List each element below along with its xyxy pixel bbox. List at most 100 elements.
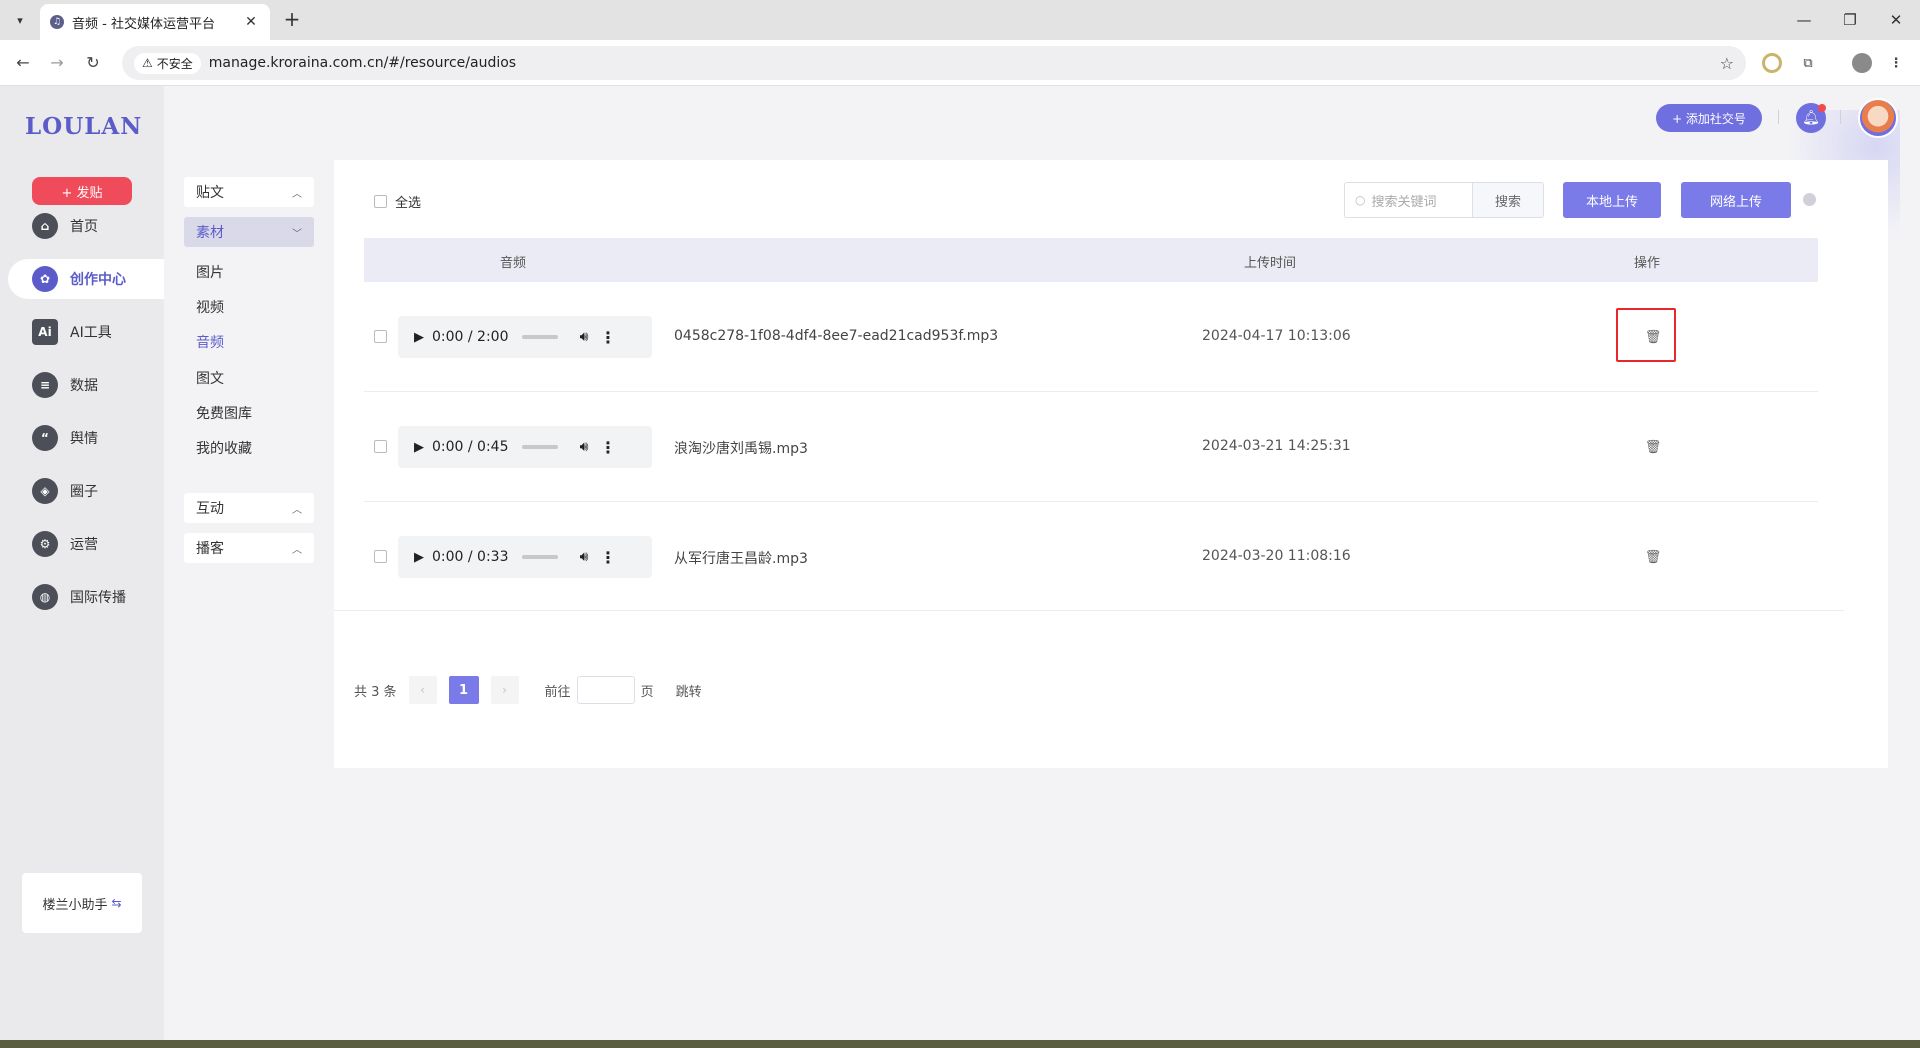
home-icon: ⌂ [32,213,58,239]
audio-filename: 从军行唐王昌龄.mp3 [674,551,808,567]
sidebar-item-data[interactable]: ≡ 数据 [8,365,164,405]
security-indicator[interactable]: ⚠ 不安全 [134,52,201,74]
more-options-icon[interactable]: ⋮ [596,328,620,347]
submenu-item-favorites[interactable]: 我的收藏 [196,438,252,458]
row-checkbox[interactable] [374,440,387,453]
play-icon[interactable]: ▶ [406,330,432,345]
sidebar-item-ai-tools[interactable]: Ai AI工具 [8,312,164,352]
chevron-down-icon: ﹀ [292,228,302,240]
sidebar-item-home[interactable]: ⌂ 首页 [8,206,164,246]
search-button[interactable]: 搜索 [1472,182,1544,218]
upload-time: 2024-03-20 11:08:16 [1202,548,1351,564]
chevron-up-icon: ︿ [292,544,302,556]
address-bar: ← → ↻ ⚠ 不安全 manage.kroraina.com.cn/#/res… [0,40,1920,86]
audio-filename: 浪淘沙唐刘禹锡.mp3 [674,441,808,457]
chevron-up-icon: ︿ [292,188,302,200]
extensions-puzzle-icon[interactable]: ⧉ [1798,53,1818,73]
local-upload-button[interactable]: 本地上传 [1563,182,1661,218]
forward-icon[interactable]: → [44,50,70,76]
jump-button[interactable]: 跳转 [676,681,702,700]
tab-search-chevron-icon[interactable]: ▾ [8,8,32,32]
reload-icon[interactable]: ↻ [80,50,106,76]
minimize-icon[interactable]: — [1784,8,1824,32]
page-jump-input[interactable] [576,676,635,704]
audio-player[interactable]: ▶ 0:00 / 0:45 🔊︎ ⋮ [398,426,652,468]
omnibox[interactable]: ⚠ 不安全 manage.kroraina.com.cn/#/resource/… [122,46,1746,80]
row-checkbox[interactable] [374,330,387,343]
table-bottom-divider [334,610,1844,611]
pagination: 共 3 条 ‹ 1 › 前往 页 跳转 [354,676,702,704]
play-icon[interactable]: ▶ [406,440,432,455]
submenu-item-images[interactable]: 图片 [196,262,224,282]
progress-slider[interactable] [522,445,558,449]
trash-icon[interactable]: 🗑︎ [1644,438,1662,456]
extension-circle-icon[interactable] [1762,53,1782,73]
more-options-icon[interactable]: ⋮ [596,438,620,457]
audio-player[interactable]: ▶ 0:00 / 0:33 🔊︎ ⋮ [398,536,652,578]
browser-menu-icon[interactable]: ⋮ [1886,53,1906,73]
chevron-up-icon: ︿ [292,504,302,516]
submenu-group-materials[interactable]: 素材 ﹀ [184,217,314,247]
submenu-item-image-text[interactable]: 图文 [196,368,224,388]
taskbar [0,1040,1920,1048]
select-all-checkbox[interactable] [374,195,387,208]
web-upload-button[interactable]: 网络上传 [1681,182,1791,218]
avatar[interactable] [1858,98,1898,138]
browser-tab[interactable]: ♫ 音频 - 社交媒体运营平台 ✕ [40,4,270,40]
upload-time: 2024-04-17 10:13:06 [1202,328,1351,344]
sidebar-item-circles[interactable]: ◈ 圈子 [8,471,164,511]
volume-icon[interactable]: 🔊︎ [572,439,596,455]
select-all[interactable]: 全选 [374,192,421,211]
back-icon[interactable]: ← [10,50,36,76]
search-input[interactable]: ○ 搜索关键词 [1344,182,1472,218]
submenu-item-audios[interactable]: 音频 [196,332,224,352]
sidebar-item-creation-center[interactable]: ✿ 创作中心 [8,259,164,299]
prev-page-button[interactable]: ‹ [408,676,437,704]
progress-slider[interactable] [522,335,558,339]
divider [1778,110,1779,124]
player-time: 0:00 / 0:33 [432,549,509,565]
volume-icon[interactable]: 🔊︎ [572,329,596,345]
audio-player[interactable]: ▶ 0:00 / 2:00 🔊︎ ⋮ [398,316,652,358]
new-tab-button[interactable]: + [280,8,304,32]
operations-icon: ⚙ [32,531,58,557]
tab-close-icon[interactable]: ✕ [242,14,260,30]
profile-icon[interactable] [1852,53,1872,73]
submenu-group-podcast[interactable]: 播客 ︿ [184,533,314,563]
trash-icon[interactable]: 🗑︎ [1644,548,1662,566]
submenu-group-interaction[interactable]: 互动 ︿ [184,493,314,523]
more-options-icon[interactable]: ⋮ [596,548,620,567]
table-header: 音频 上传时间 操作 [364,238,1818,282]
highlight-box [1616,308,1676,362]
table-row: ▶ 0:00 / 0:45 🔊︎ ⋮ 浪淘沙唐刘禹锡.mp3 2024-03-2… [364,392,1818,502]
post-button[interactable]: + 发贴 [32,177,132,205]
url-text[interactable]: manage.kroraina.com.cn/#/resource/audios [209,55,1720,71]
sidebar-item-operations[interactable]: ⚙ 运营 [8,524,164,564]
sidebar-item-public-opinion[interactable]: “ 舆情 [8,418,164,458]
submenu-item-free-library[interactable]: 免费图库 [196,403,252,423]
restore-icon[interactable]: ❐ [1830,8,1870,32]
table-row: ▶ 0:00 / 2:00 🔊︎ ⋮ 0458c278-1f08-4df4-8e… [364,282,1818,392]
player-time: 0:00 / 0:45 [432,439,509,455]
progress-slider[interactable] [522,555,558,559]
player-time: 0:00 / 2:00 [432,329,509,345]
notification-dot [1818,104,1826,112]
add-social-account-button[interactable]: + 添加社交号 [1656,104,1762,132]
warning-icon: ⚠ [142,56,153,70]
bookmark-star-icon[interactable]: ☆ [1720,54,1734,73]
play-icon[interactable]: ▶ [406,550,432,565]
window-close-icon[interactable]: ✕ [1876,8,1916,32]
page-number-active[interactable]: 1 [448,676,479,704]
next-page-button[interactable]: › [490,676,519,704]
submenu-group-posts[interactable]: 贴文 ︿ [184,177,314,207]
sidebar-item-international[interactable]: ◍ 国际传播 [8,577,164,617]
sidebar: LOULAN + 发贴 ⌂ 首页 ✿ 创作中心 Ai AI工具 ≡ 数据 “ 舆… [0,86,164,1040]
submenu-item-videos[interactable]: 视频 [196,297,224,317]
help-icon[interactable] [1803,193,1816,206]
upload-time: 2024-03-21 14:25:31 [1202,438,1351,454]
assistant-button[interactable]: 楼兰小助手 ⇆ [22,873,142,933]
volume-icon[interactable]: 🔊︎ [572,549,596,565]
palette-icon: ✿ [32,266,58,292]
row-checkbox[interactable] [374,550,387,563]
logo: LOULAN [25,113,143,140]
